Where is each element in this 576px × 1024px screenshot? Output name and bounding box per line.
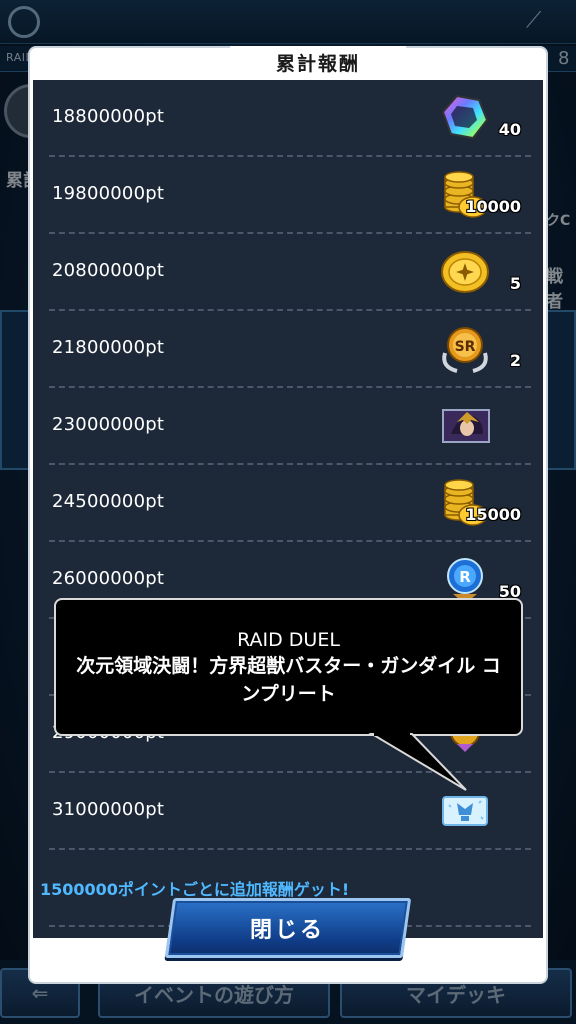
reward-row: 31000000pt <box>33 773 543 850</box>
row-points: 18800000pt <box>52 106 165 127</box>
sr-ticket-icon[interactable]: SR <box>439 323 491 375</box>
svg-text:SR: SR <box>455 339 476 355</box>
row-points: 26000000pt <box>52 568 165 589</box>
reward-row: 20800000pt 5 <box>33 234 543 311</box>
reward-row: 24500000pt 15000 <box>33 465 543 542</box>
row-points: 20800000pt <box>52 260 165 281</box>
reward-row: 19800000pt 10000 <box>33 157 543 234</box>
reward-row: 21800000pt SR 2 <box>33 311 543 388</box>
close-button-label: 閉じる <box>250 918 326 943</box>
reward-tooltip: RAID DUEL 次元領域決闘！方界超獣バスター・ガンダイル コンプリート <box>54 598 523 736</box>
row-quantity: 2 <box>509 351 521 370</box>
row-points: 24500000pt <box>52 491 165 512</box>
row-points: 21800000pt <box>52 337 165 358</box>
reward-row: 23000000pt <box>33 388 543 465</box>
row-points: 31000000pt <box>52 799 165 820</box>
tooltip-title: RAID DUEL <box>237 629 340 651</box>
row-points: 23000000pt <box>52 414 165 435</box>
row-quantity: 5 <box>509 274 521 293</box>
reward-list[interactable]: 18800000pt 40 19800000pt 10000 20800000p… <box>33 80 543 938</box>
tooltip-description: 次元領域決闘！方界超獣バスター・ガンダイル コンプリート <box>76 655 501 705</box>
gold-medal-icon[interactable] <box>439 246 491 298</box>
dialog-title: 累計報酬 <box>230 46 406 78</box>
rainbow-gem-icon[interactable] <box>439 92 491 144</box>
row-quantity: 10000 <box>465 197 521 216</box>
bonus-note: 1500000ポイントごとに追加報酬ゲット! <box>40 880 350 899</box>
close-button[interactable]: 閉じる <box>164 898 412 958</box>
title-badge-icon[interactable] <box>439 785 491 837</box>
svg-text:R: R <box>459 568 471 586</box>
character-portrait-icon[interactable] <box>439 400 491 452</box>
cumulative-reward-dialog: 累計報酬 18800000pt 40 19800000pt 10000 2080… <box>30 46 546 982</box>
row-points: 19800000pt <box>52 183 165 204</box>
row-quantity: 40 <box>498 120 521 139</box>
row-quantity: 15000 <box>465 505 521 524</box>
reward-row: 18800000pt 40 <box>33 80 543 157</box>
